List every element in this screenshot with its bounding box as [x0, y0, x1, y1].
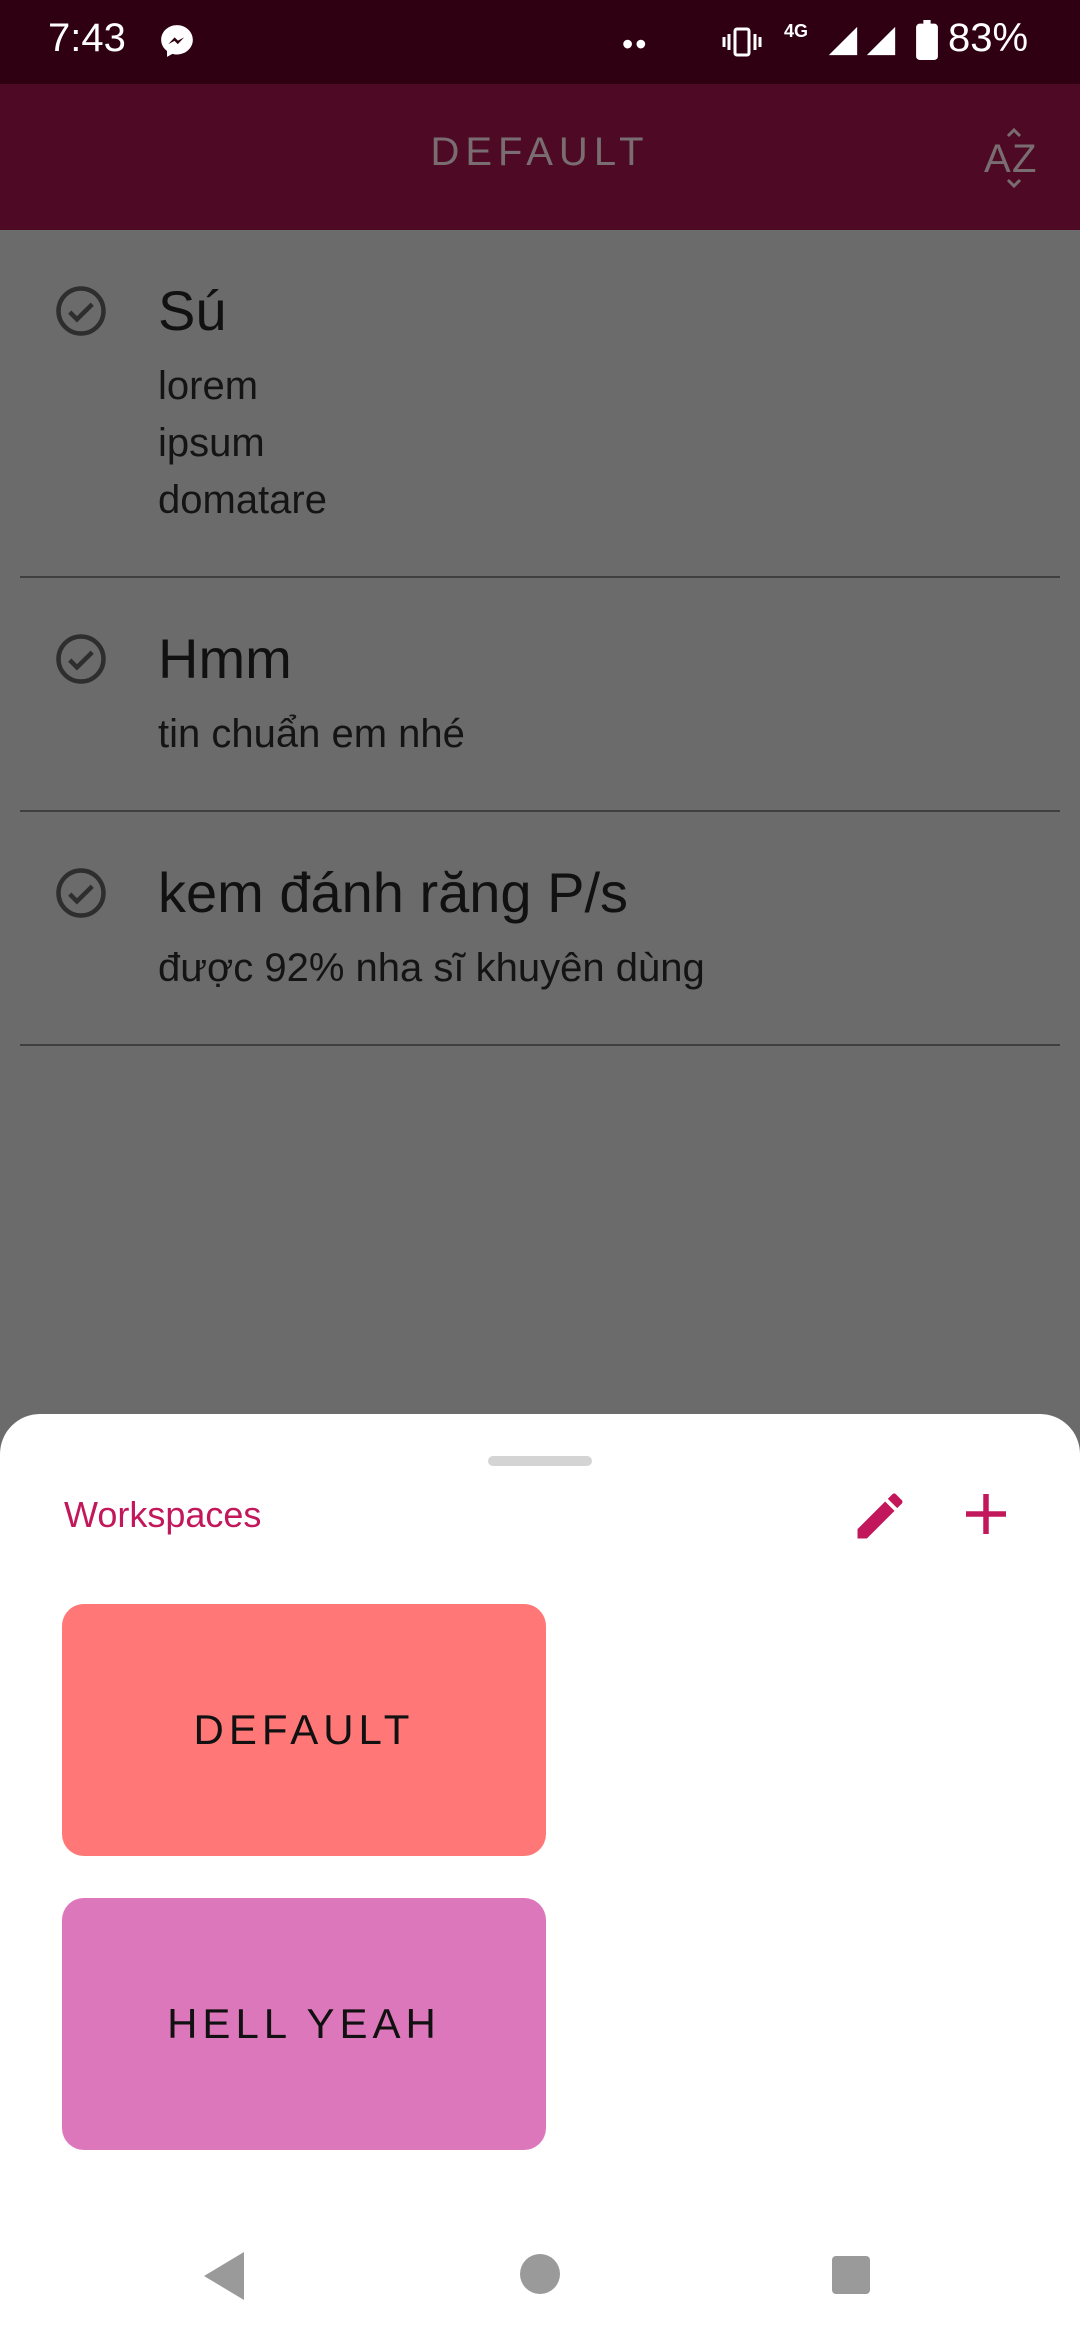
note-title: Hmm — [158, 627, 292, 690]
sort-az-icon[interactable]: A Z — [984, 128, 1044, 188]
drag-handle[interactable] — [488, 1456, 592, 1466]
check-circle-icon[interactable] — [54, 284, 108, 338]
workspaces-sheet: Workspaces DEFAULT HELL YEAH — [0, 1414, 1080, 2340]
home-icon[interactable] — [520, 2254, 560, 2294]
back-icon[interactable] — [200, 2250, 248, 2302]
list-item[interactable]: Sú lorem ipsum domatare — [20, 230, 1060, 578]
status-bar: 7:43 •• 4G 83% — [0, 0, 1080, 84]
signal-icon — [866, 26, 896, 56]
battery-percent: 83% — [948, 16, 1029, 60]
list-item[interactable]: kem đánh răng P/s được 92% nha sĩ khuyên… — [20, 812, 1060, 1046]
signal-icon — [828, 26, 858, 56]
note-body: được 92% nha sĩ khuyên dùng — [158, 946, 705, 990]
svg-text:A: A — [984, 137, 1011, 181]
network-type: 4G — [784, 21, 809, 41]
list-item[interactable]: Hmm tin chuẩn em nhé — [20, 578, 1060, 812]
recents-icon[interactable] — [832, 2256, 870, 2294]
note-body: tin chuẩn em nhé — [158, 712, 465, 756]
check-circle-icon[interactable] — [54, 866, 108, 920]
messenger-icon — [161, 25, 193, 57]
workspace-card-hell-yeah[interactable]: HELL YEAH — [62, 1898, 546, 2150]
note-body: lorem ipsum domatare — [158, 364, 327, 522]
svg-text:Z: Z — [1012, 137, 1036, 181]
plus-icon[interactable] — [956, 1484, 1016, 1544]
note-title: kem đánh răng P/s — [158, 861, 629, 924]
check-circle-icon[interactable] — [54, 632, 108, 686]
app-bar: DEFAULT A Z — [0, 84, 1080, 230]
notification-dots: •• — [622, 26, 649, 62]
pencil-icon[interactable] — [850, 1486, 910, 1546]
sheet-title: Workspaces — [64, 1494, 262, 1535]
workspace-card-default[interactable]: DEFAULT — [62, 1604, 546, 1856]
vibrate-icon — [722, 27, 762, 57]
page-title: DEFAULT — [430, 130, 650, 174]
battery-icon — [916, 20, 938, 60]
note-title: Sú — [158, 279, 227, 342]
status-time: 7:43 — [48, 16, 126, 60]
